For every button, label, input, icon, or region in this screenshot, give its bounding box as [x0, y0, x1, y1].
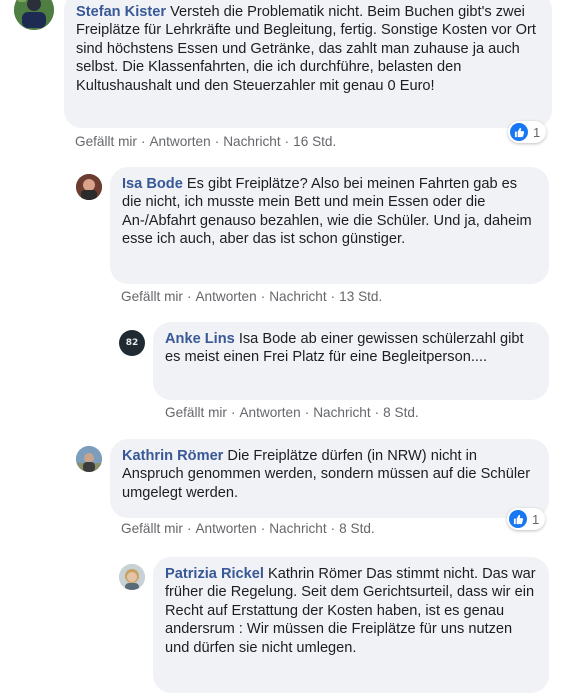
comment-actions: Gefällt mir · Antworten · Nachricht · 8 Std. [121, 521, 375, 536]
reply-link[interactable]: Antworten [239, 405, 300, 420]
message-link[interactable]: Nachricht [269, 289, 326, 304]
comment-actions: Gefällt mir · Antworten · Nachricht · 8 Std. [165, 405, 419, 420]
comment-actions: Gefällt mir · Antworten · Nachricht · 16 Std. [75, 134, 337, 149]
reaction-number: 1 [532, 511, 540, 527]
reply-link[interactable]: Antworten [195, 289, 256, 304]
reaction-count[interactable]: 1 [507, 508, 546, 530]
comment-author[interactable]: Stefan Kister [76, 4, 166, 20]
comment-time[interactable]: 8 Std. [339, 521, 375, 536]
message-link[interactable]: Nachricht [269, 521, 326, 536]
like-link[interactable]: Gefällt mir [121, 521, 183, 536]
comment-time[interactable]: 16 Std. [293, 134, 336, 149]
comment-time[interactable]: 8 Std. [383, 405, 419, 420]
comment-time[interactable]: 13 Std. [339, 289, 382, 304]
comment-bubble: Kathrin Römer Die Freiplätze dürfen (in … [110, 439, 549, 518]
reaction-number: 1 [533, 124, 541, 140]
like-thumb-icon [510, 123, 528, 141]
comment-bubble: Stefan Kister Versteh die Problematik ni… [64, 0, 552, 128]
comment-author[interactable]: Kathrin Römer [122, 448, 223, 464]
comment-text: Es gibt Freiplätze? Also bei meinen Fahr… [122, 176, 532, 248]
like-link[interactable]: Gefällt mir [75, 134, 137, 149]
reply-link[interactable]: Antworten [149, 134, 210, 149]
avatar[interactable] [76, 174, 102, 200]
comment-author[interactable]: Isa Bode [122, 176, 183, 192]
like-link[interactable]: Gefällt mir [121, 289, 183, 304]
reply-link[interactable]: Antworten [195, 521, 256, 536]
like-thumb-icon [509, 510, 527, 528]
comment-bubble: Anke Lins Isa Bode ab einer gewissen sch… [153, 322, 549, 400]
avatar[interactable] [76, 446, 102, 472]
comment-actions: Gefällt mir · Antworten · Nachricht · 13 Std. [121, 289, 383, 304]
avatar[interactable] [119, 564, 145, 590]
avatar[interactable] [14, 0, 54, 30]
comment-author[interactable]: Patrizia Rickel [165, 566, 264, 582]
avatar[interactable]: 82 [119, 330, 145, 356]
message-link[interactable]: Nachricht [313, 405, 370, 420]
message-link[interactable]: Nachricht [223, 134, 280, 149]
comment-author[interactable]: Anke Lins [165, 331, 235, 347]
comment-bubble: Patrizia Rickel Kathrin Römer Das stimmt… [153, 557, 549, 693]
reaction-count[interactable]: 1 [508, 121, 547, 143]
comment-bubble: Isa Bode Es gibt Freiplätze? Also bei me… [110, 167, 549, 284]
like-link[interactable]: Gefällt mir [165, 405, 227, 420]
avatar-text: 82 [125, 338, 139, 348]
